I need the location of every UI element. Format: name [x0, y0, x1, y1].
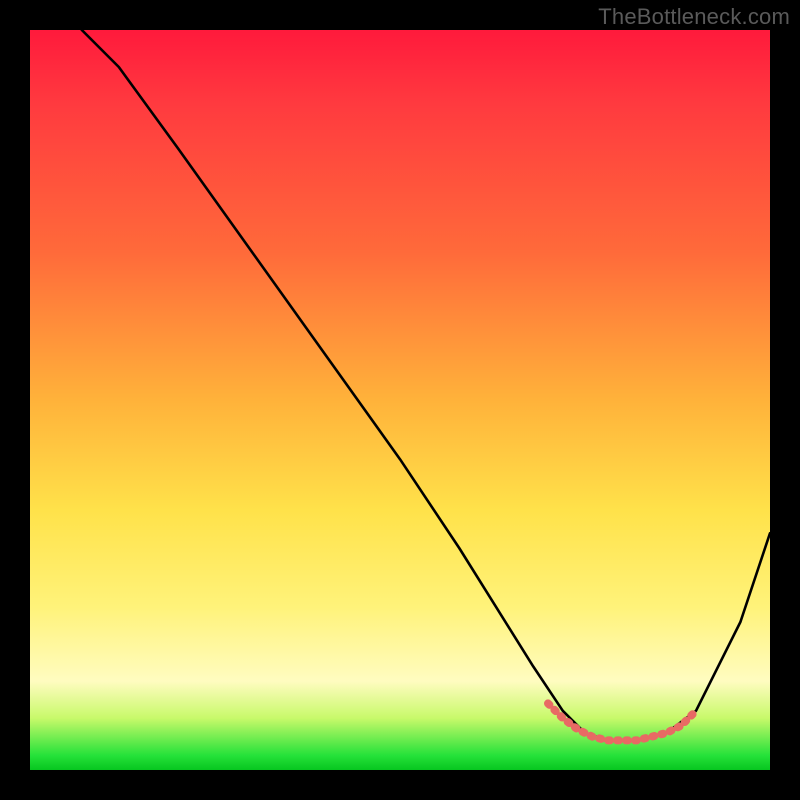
watermark-text: TheBottleneck.com	[598, 4, 790, 30]
chart-svg	[30, 30, 770, 770]
main-curve-line	[82, 30, 770, 740]
chart-stage: TheBottleneck.com	[0, 0, 800, 800]
valley-highlight-line	[548, 703, 696, 740]
plot-area	[30, 30, 770, 770]
